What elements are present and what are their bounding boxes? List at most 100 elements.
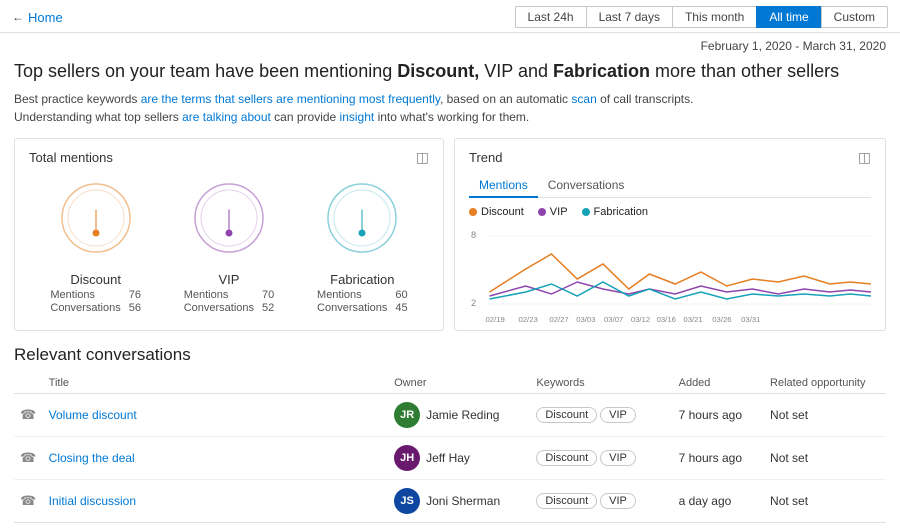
svg-text:03/31: 03/31 [741, 315, 760, 324]
time-filter-last24h[interactable]: Last 24h [515, 6, 586, 28]
circle-stats: Mentions70 Conversations52 [184, 289, 275, 314]
headline-prefix: Top sellers on your team have been menti… [14, 61, 397, 81]
circle-item-discount: Discount Mentions76 Conversations56 [50, 178, 141, 314]
svg-text:03/03: 03/03 [576, 315, 595, 324]
panel-options-icon[interactable]: ◫ [416, 149, 429, 166]
phone-cell: ☎ [14, 394, 43, 437]
legend-item-vip: VIP [538, 206, 568, 218]
keyword-badge: VIP [600, 450, 636, 466]
section-title: Relevant conversations [14, 345, 886, 365]
col-header-keywords: Keywords [530, 373, 672, 394]
trend-chart-svg: 8 2 02/19 02/23 02/27 03/03 03/07 03/12 … [469, 224, 871, 324]
keywords-cell: DiscountVIP [530, 394, 672, 437]
keyword-badge: Discount [536, 450, 597, 466]
legend-dot [469, 208, 477, 216]
keyword-badge: Discount [536, 493, 597, 509]
circle-label: Fabrication [330, 272, 394, 287]
relevant-conversations-section: Relevant conversations Title Owner Keywo… [0, 335, 900, 523]
trend-options-icon[interactable]: ◫ [858, 149, 871, 166]
owner-name: Jeff Hay [426, 451, 470, 465]
circle-item-vip: VIP Mentions70 Conversations52 [184, 178, 275, 314]
phone-icon: ☎ [20, 493, 36, 508]
total-mentions-panel: Total mentions ◫ Discount Mentions76 Con… [14, 138, 444, 331]
phone-cell: ☎ [14, 480, 43, 523]
panel-header-trend: Trend ◫ [469, 149, 871, 166]
home-link[interactable]: Home [28, 10, 63, 25]
svg-text:02/23: 02/23 [518, 315, 537, 324]
table-row: ☎ Closing the deal JH Jeff Hay DiscountV… [14, 437, 886, 480]
panel-header-mentions: Total mentions ◫ [29, 149, 429, 166]
date-range: February 1, 2020 - March 31, 2020 [0, 33, 900, 55]
table-header-row: Title Owner Keywords Added Related oppor… [14, 373, 886, 394]
circle-label: Discount [70, 272, 121, 287]
table-head: Title Owner Keywords Added Related oppor… [14, 373, 886, 394]
keywords-cell: DiscountVIP [530, 437, 672, 480]
avatar: JR [394, 402, 420, 428]
svg-text:03/07: 03/07 [604, 315, 623, 324]
trend-chart: 8 2 02/19 02/23 02/27 03/03 03/07 03/12 … [469, 224, 871, 314]
legend-item-discount: Discount [469, 206, 524, 218]
svg-text:03/21: 03/21 [683, 315, 702, 324]
conversations-table: Title Owner Keywords Added Related oppor… [14, 373, 886, 523]
keyword-badge: VIP [600, 407, 636, 423]
owner-cell: JH Jeff Hay [388, 437, 530, 480]
table-row: ☎ Initial discussion JS Joni Sherman Dis… [14, 480, 886, 523]
headline: Top sellers on your team have been menti… [0, 55, 900, 88]
added-cell: 7 hours ago [673, 437, 764, 480]
owner-name: Jamie Reding [426, 408, 499, 422]
time-filter-group: Last 24hLast 7 daysThis monthAll timeCus… [515, 6, 888, 28]
phone-icon: ☎ [20, 450, 36, 465]
circle-label: VIP [219, 272, 240, 287]
owner-name: Joni Sherman [426, 494, 500, 508]
col-header-title: Title [43, 373, 388, 394]
legend-label: VIP [550, 206, 568, 218]
svg-text:03/12: 03/12 [631, 315, 650, 324]
time-filter-thismonth[interactable]: This month [672, 6, 756, 28]
owner-cell: JR Jamie Reding [388, 394, 530, 437]
svg-text:03/26: 03/26 [712, 315, 731, 324]
table-body: ☎ Volume discount JR Jamie Reding Discou… [14, 394, 886, 523]
circle-item-fabrication: Fabrication Mentions60 Conversations45 [317, 178, 408, 314]
back-arrow-icon[interactable]: ← [12, 10, 24, 24]
related-cell: Not set [764, 480, 886, 523]
trend-panel: Trend ◫ MentionsConversations Discount VI… [454, 138, 886, 331]
phone-cell: ☎ [14, 437, 43, 480]
keyword-vip: VIP [479, 61, 513, 81]
col-header-owner: Owner [388, 373, 530, 394]
headline-and: and [513, 61, 553, 81]
title-cell[interactable]: Initial discussion [43, 480, 388, 523]
svg-text:2: 2 [471, 298, 476, 308]
svg-text:02/19: 02/19 [485, 315, 504, 324]
time-filter-custom[interactable]: Custom [821, 6, 888, 28]
avatar: JS [394, 488, 420, 514]
circles-container: Discount Mentions76 Conversations56 VIP … [29, 174, 429, 320]
time-filter-last7days[interactable]: Last 7 days [586, 6, 672, 28]
title-cell[interactable]: Volume discount [43, 394, 388, 437]
legend-label: Discount [481, 206, 524, 218]
related-cell: Not set [764, 437, 886, 480]
panels-container: Total mentions ◫ Discount Mentions76 Con… [0, 134, 900, 335]
trend-tab-mentions[interactable]: Mentions [469, 174, 538, 198]
col-header-added: Added [673, 373, 764, 394]
col-header-icon [14, 373, 43, 394]
keywords-cell: DiscountVIP [530, 480, 672, 523]
col-header-related: Related opportunity [764, 373, 886, 394]
title-cell[interactable]: Closing the deal [43, 437, 388, 480]
svg-text:8: 8 [471, 230, 476, 240]
legend-dot [582, 208, 590, 216]
subtext-line2: Understanding what top sellers are talki… [14, 108, 886, 126]
related-cell: Not set [764, 394, 886, 437]
trend-legend: DiscountVIPFabrication [469, 206, 871, 218]
trend-tabs: MentionsConversations [469, 174, 871, 198]
added-cell: a day ago [673, 480, 764, 523]
svg-text:02/27: 02/27 [549, 315, 568, 324]
trend-tab-conversations[interactable]: Conversations [538, 174, 635, 198]
svg-text:03/16: 03/16 [657, 315, 676, 324]
breadcrumb: ← Home [12, 10, 63, 25]
keyword2: Fabrication [553, 61, 650, 81]
legend-dot [538, 208, 546, 216]
circle-stats: Mentions76 Conversations56 [50, 289, 141, 314]
time-filter-alltime[interactable]: All time [756, 6, 820, 28]
panel-title-mentions: Total mentions [29, 150, 113, 165]
avatar: JH [394, 445, 420, 471]
